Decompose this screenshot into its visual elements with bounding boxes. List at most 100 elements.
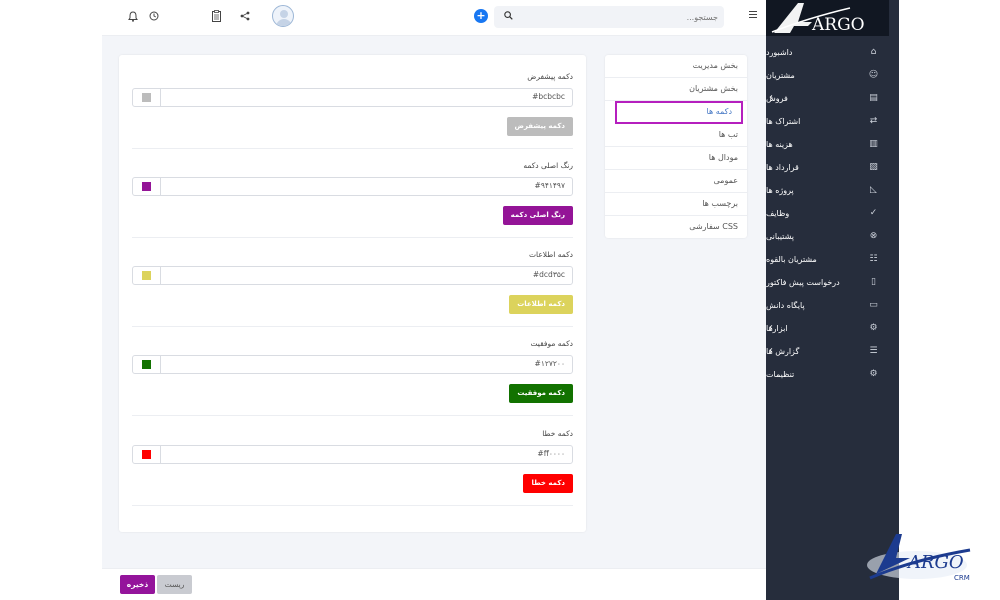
color-value: #bcbcbc [532,92,565,101]
settings-tab[interactable]: مودال ها [605,147,747,170]
sidebar-item[interactable]: ▯ درخواست پیش فاکتور [766,271,899,294]
color-swatch[interactable] [142,271,151,280]
settings-tab[interactable]: تب ها [605,124,747,147]
sidebar-item[interactable]: ☷ مشتریان بالقوه [766,248,899,271]
color-input[interactable]: #ff۰۰۰۰ [132,445,573,464]
clipboard-icon[interactable] [209,9,223,23]
sidebar-item-label: پشتیبانی [766,232,794,241]
color-picker-addon[interactable] [133,446,161,463]
preview-button[interactable]: دکمه خطا [523,474,573,493]
sidebar-item[interactable]: ⌂ داشبورد [766,41,899,64]
save-button[interactable]: ذخیره [120,575,155,594]
sidebar-item-icon: ✓ [869,208,878,218]
chevron-right-icon[interactable]: › [769,92,773,103]
preview-button[interactable]: رنگ اصلی دکمه [502,206,573,225]
sidebar-item[interactable]: ⚙ تنظیمات [766,363,899,386]
color-input[interactable]: #bcbcbc [132,88,573,107]
divider [132,505,573,506]
search-icon[interactable] [504,11,513,23]
settings-tab[interactable]: عمومی [605,170,747,193]
color-picker-addon[interactable] [133,356,161,373]
sidebar-menu: ⌂ داشبورد ☺ مشتریان ▤ فروش › ⇄ اشتراک ها ▥ هزینه ه… [766,41,899,386]
menu-icon[interactable] [749,11,757,20]
sidebar-item[interactable]: ⇄ اشتراک ها [766,110,899,133]
sidebar-item-icon: ⚙ [869,369,878,379]
logo: ARGO [766,0,889,36]
sidebar-item-label: وظایف [766,209,790,218]
sidebar-item[interactable]: ☺ مشتریان [766,64,899,87]
sidebar-item[interactable]: ▥ هزینه ها [766,133,899,156]
section-title: رنگ اصلی دکمه [523,161,573,170]
share-icon[interactable] [238,9,252,23]
sidebar-item-label: تنظیمات [766,370,795,379]
preview-button[interactable]: دکمه موفقیت [509,384,573,403]
color-input[interactable]: #۹۴۱۴۹۷ [132,177,573,196]
color-picker-addon[interactable] [133,89,161,106]
sidebar-item[interactable]: ◺ پروژه ها [766,179,899,202]
logo-text: ARGO [811,15,865,35]
color-swatch[interactable] [142,93,151,102]
sidebar-item-label: هزینه ها [766,140,793,149]
color-input[interactable]: #۱۲۷۲۰۰ [132,355,573,374]
settings-tabs: بخش مدیریت بخش مشتریان دکمه ها تب ها مودال ه… [605,55,747,238]
sidebar-item-label: مشتریان [766,71,795,80]
sidebar-item-label: پایگاه دانش [766,301,805,310]
reset-button[interactable]: ریست [157,575,192,594]
sidebar-item[interactable]: ✓ وظایف [766,202,899,225]
divider [132,237,573,238]
chevron-right-icon[interactable]: › [769,345,773,356]
settings-tab[interactable]: CSS سفارشی [605,216,747,239]
color-value: #۹۴۱۴۹۷ [534,181,565,190]
preview-button[interactable]: دکمه پیشفرض [506,117,573,136]
sidebar-item-icon: ⌂ [870,47,877,57]
sidebar-item-icon: ⚙ [869,323,878,333]
sidebar-item-icon: ▭ [869,300,878,310]
divider [132,326,573,327]
section-title: دکمه موفقیت [530,339,573,348]
sidebar-item[interactable]: ▭ پایگاه دانش [766,294,899,317]
sidebar-item-icon: ☰ [869,346,878,356]
settings-tab[interactable]: دکمه ها [615,101,743,124]
section-title: دکمه اطلاعات [528,250,573,259]
sidebar-item-label: اشتراک ها [766,117,801,126]
color-swatch[interactable] [142,182,151,191]
sidebar-item[interactable]: ▧ قرارداد ها [766,156,899,179]
sidebar-item-icon: ▯ [871,277,876,287]
sidebar-item-icon: ▥ [869,139,878,149]
color-value: #۱۲۷۲۰۰ [534,359,565,368]
color-value: #ff۰۰۰۰ [537,449,565,458]
settings-tab[interactable]: بخش مشتریان [605,78,747,101]
preview-button[interactable]: دکمه اطلاعات [509,295,573,314]
section-title: دکمه خطا [542,429,573,438]
sidebar-item-icon: ☺ [868,70,879,80]
color-picker-addon[interactable] [133,178,161,195]
bell-icon[interactable] [126,9,140,23]
bottom-bar: ذخیره ریست [102,568,766,600]
chevron-right-icon[interactable]: › [769,322,773,333]
divider [132,415,573,416]
plus-icon[interactable]: + [474,9,488,23]
user-avatar[interactable] [272,5,294,27]
buttons-settings-card: دکمه پیشفرض #bcbcbc دکمه پیشفرض رنگ اصلی دک… [119,55,586,532]
settings-tab[interactable]: بخش مدیریت [605,55,747,78]
argo-watermark: ARGO CRM [862,520,982,597]
sidebar-item[interactable]: ⚙ ابزارها › [766,317,899,340]
sidebar-item-icon: ☷ [869,254,878,264]
clock-icon[interactable] [147,9,161,23]
sidebar-item-label: مشتریان بالقوه [766,255,817,264]
color-picker-addon[interactable] [133,267,161,284]
section-title: دکمه پیشفرض [527,72,573,81]
color-swatch[interactable] [142,360,151,369]
color-input[interactable]: #dcd۳۵c [132,266,573,285]
search-input[interactable] [518,9,718,25]
sidebar-item-label: پروژه ها [766,186,794,195]
settings-tab[interactable]: برچسب ها [605,193,747,216]
color-swatch[interactable] [142,450,151,459]
color-value: #dcd۳۵c [532,270,565,279]
sidebar-item[interactable]: ⊗ پشتیبانی [766,225,899,248]
sidebar-item[interactable]: ▤ فروش › [766,87,899,110]
sidebar-item-icon: ⊗ [869,231,878,241]
search-box [494,6,724,28]
sidebar-item[interactable]: ☰ گزارش ها › [766,340,899,363]
watermark-text: ARGO [906,552,964,573]
